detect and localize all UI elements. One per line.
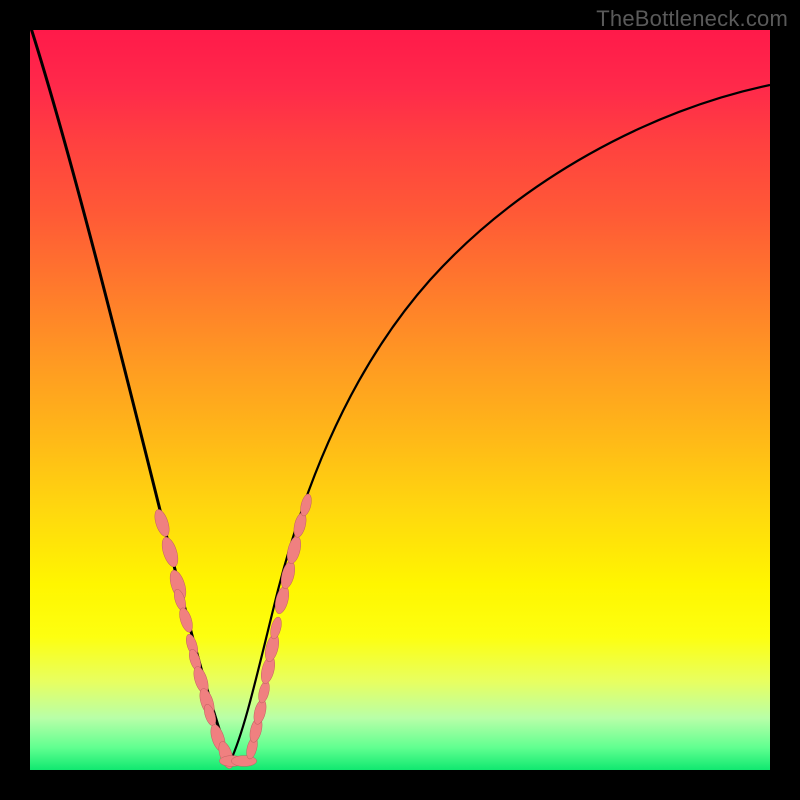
data-points-group [152,493,313,770]
left-branch-curve [30,30,230,762]
data-point [285,535,303,565]
chart-area [30,30,770,770]
right-branch-curve [230,85,770,762]
watermark-text: TheBottleneck.com [596,6,788,32]
data-point [177,606,195,633]
chart-svg [30,30,770,770]
data-point [159,535,181,568]
data-point [152,508,172,538]
